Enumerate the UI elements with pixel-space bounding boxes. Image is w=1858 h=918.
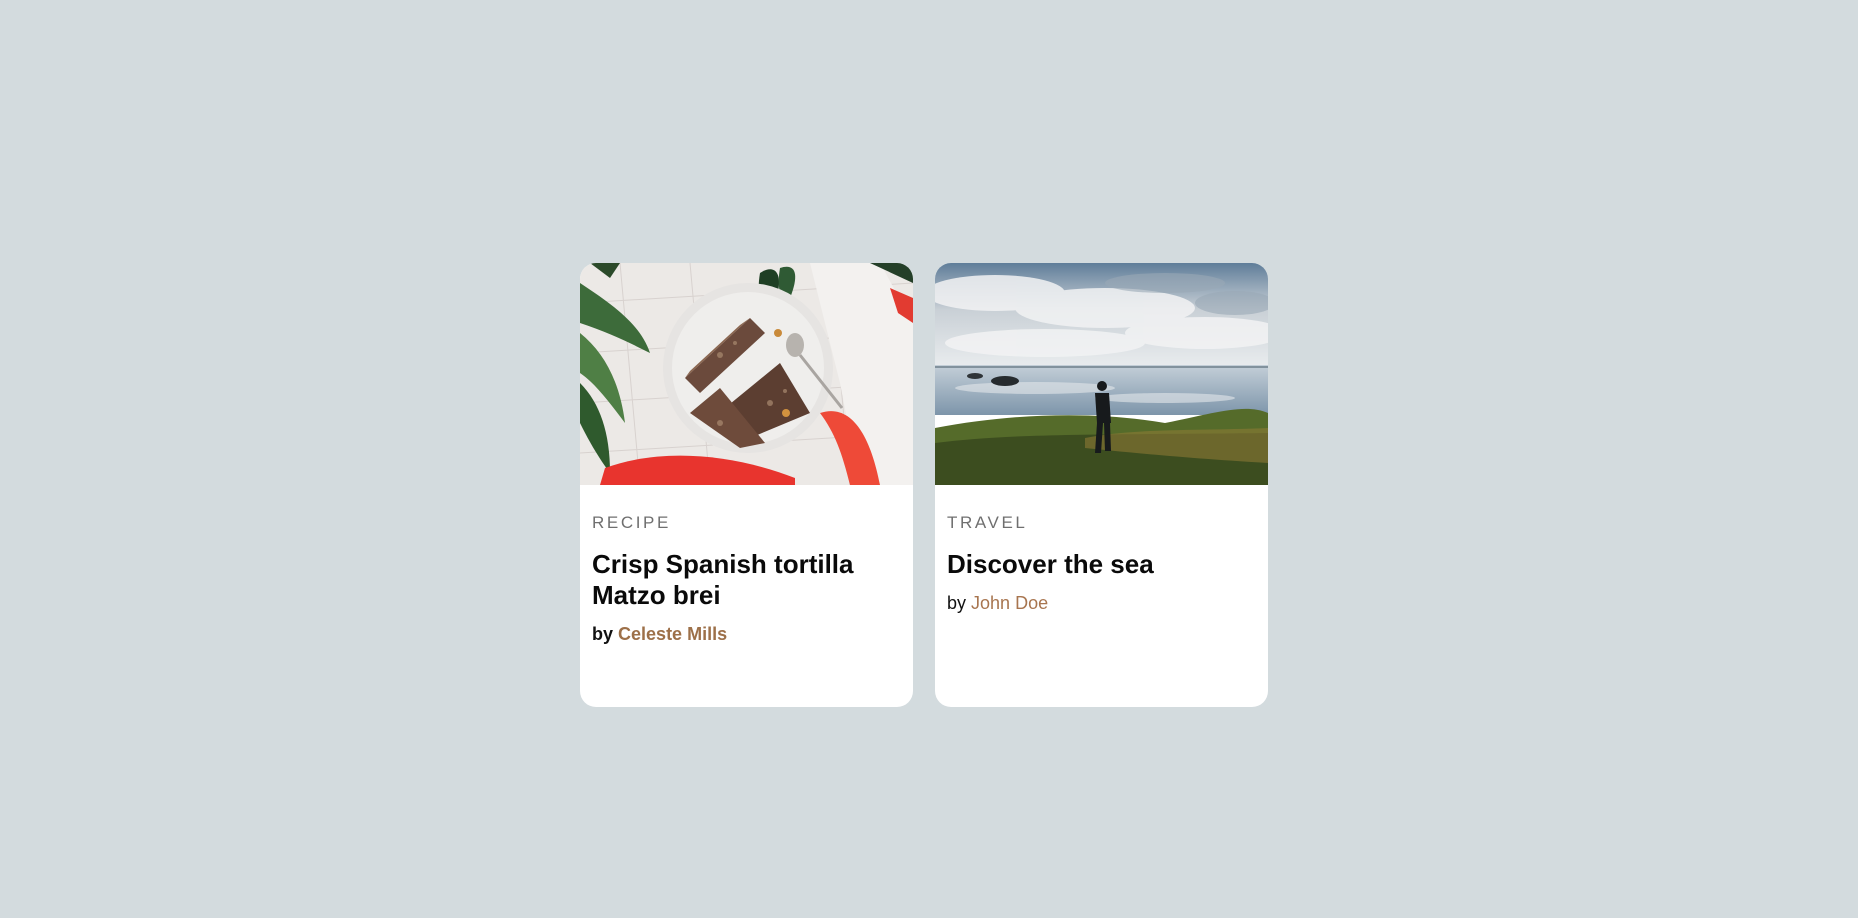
card-title[interactable]: Crisp Spanish tortilla Matzo brei: [592, 549, 901, 611]
recipe-card[interactable]: RECIPE Crisp Spanish tortilla Matzo brei…: [580, 263, 913, 707]
author-link[interactable]: Celeste Mills: [618, 624, 727, 644]
card-body: RECIPE Crisp Spanish tortilla Matzo brei…: [580, 485, 913, 645]
travel-card[interactable]: TRAVEL Discover the sea by John Doe: [935, 263, 1268, 707]
sea-photo-image: [935, 263, 1268, 485]
card-title[interactable]: Discover the sea: [947, 549, 1256, 580]
card-category: TRAVEL: [947, 513, 1028, 532]
card-byline: by John Doe: [947, 592, 1256, 614]
byline-prefix: by: [592, 624, 614, 644]
card-image-travel: [935, 263, 1268, 485]
card-image-recipe: [580, 263, 913, 485]
food-photo-image: [580, 263, 913, 485]
card-grid: RECIPE Crisp Spanish tortilla Matzo brei…: [580, 263, 1268, 707]
card-byline: by Celeste Mills: [592, 623, 901, 645]
byline-prefix: by: [947, 593, 967, 613]
card-category: RECIPE: [592, 513, 671, 532]
author-link[interactable]: John Doe: [971, 593, 1048, 613]
card-body: TRAVEL Discover the sea by John Doe: [935, 485, 1268, 614]
